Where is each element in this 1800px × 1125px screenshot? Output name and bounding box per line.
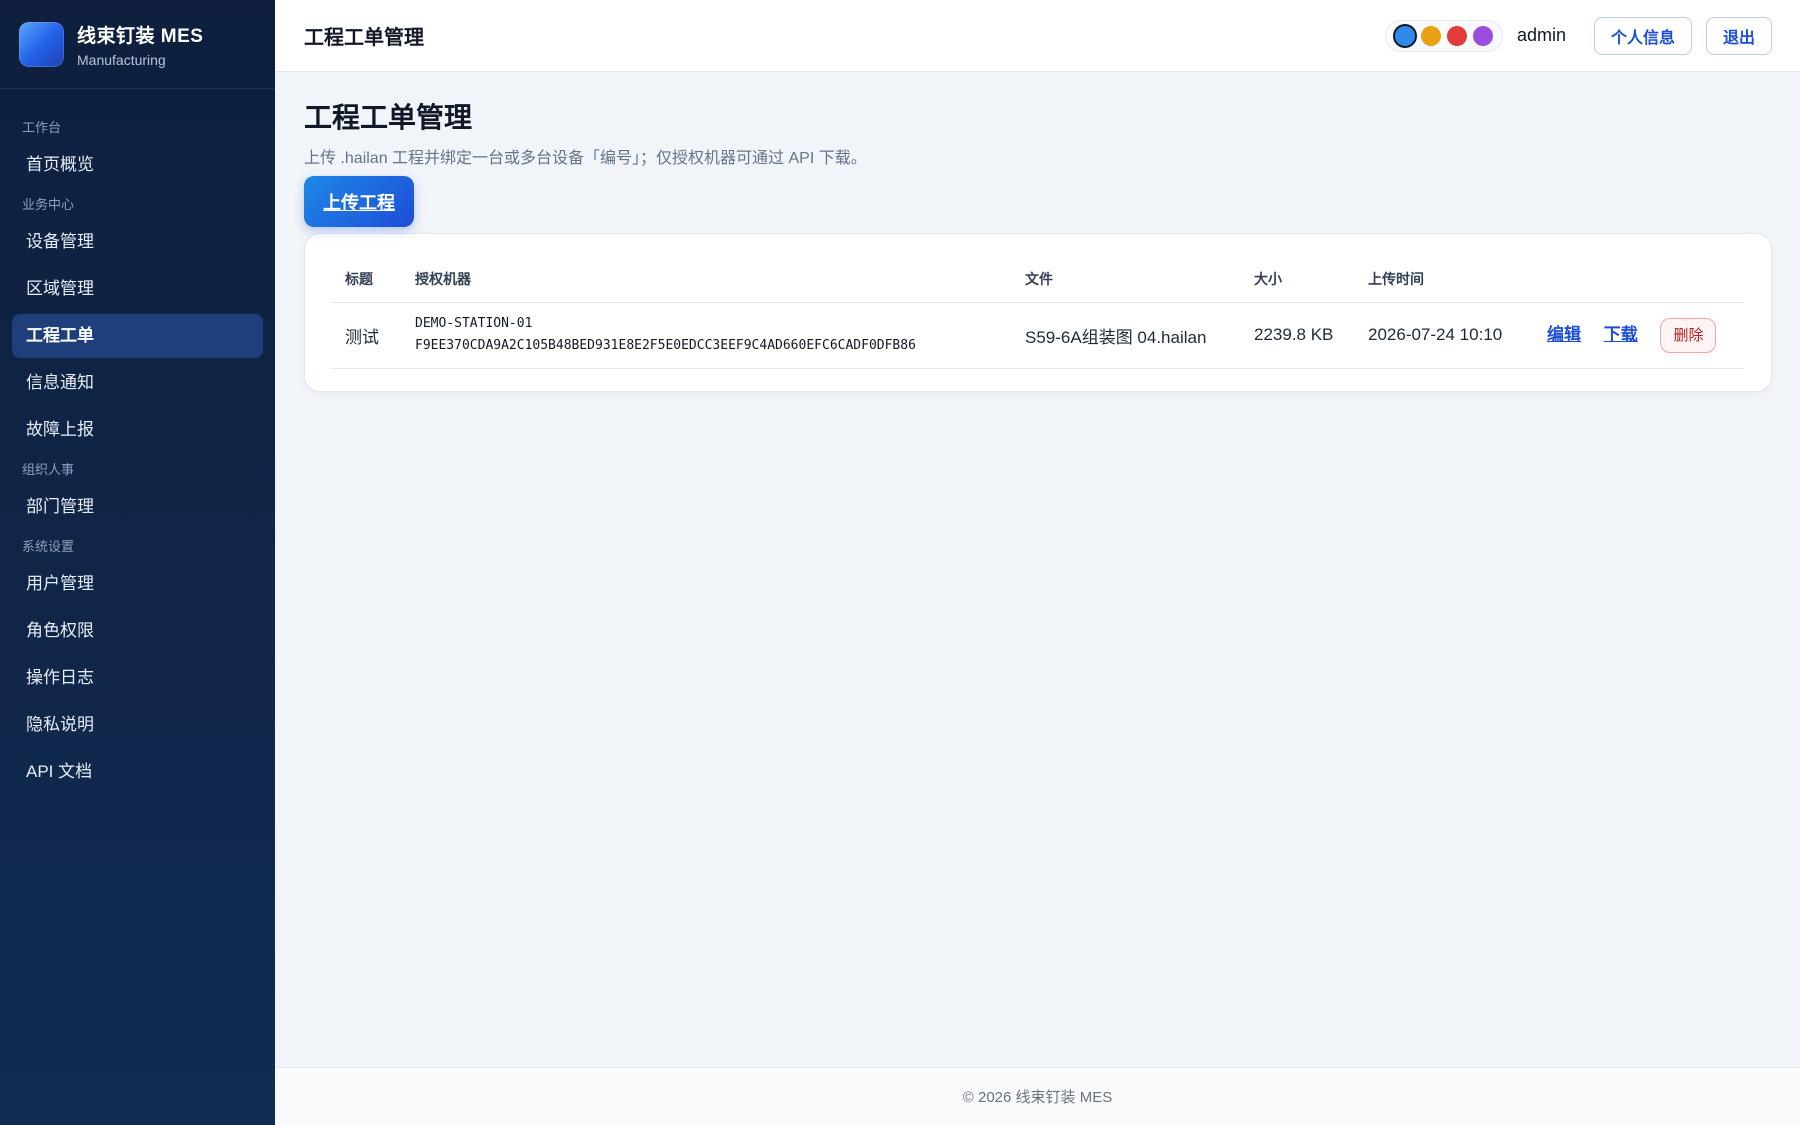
row-size: 2239.8 KB <box>1240 302 1354 369</box>
current-user: admin <box>1516 25 1566 45</box>
column-header-actions <box>1533 256 1744 303</box>
row-file: S59-6A组装图 04.hailan <box>1011 302 1240 369</box>
work-order-card: 标题 授权机器 文件 大小 上传时间 测试 DEMO-STATION-01 F9… <box>304 233 1772 392</box>
brand-name: 线束钉装 MES <box>77 25 204 47</box>
sidebar-item-work-orders[interactable]: 工程工单 <box>12 314 263 358</box>
work-order-table: 标题 授权机器 文件 大小 上传时间 测试 DEMO-STATION-01 F9… <box>331 256 1744 369</box>
sidebar-item-fault-report[interactable]: 故障上报 <box>12 408 263 452</box>
sidebar-item-departments[interactable]: 部门管理 <box>12 485 263 529</box>
sidebar-item-users[interactable]: 用户管理 <box>12 562 263 606</box>
theme-swatch-purple[interactable] <box>1472 25 1493 46</box>
nav-group-business: 业务中心 <box>22 197 75 212</box>
row-machines: DEMO-STATION-01 F9EE370CDA9A2C105B48BED9… <box>401 302 1011 369</box>
sidebar-item-devices[interactable]: 设备管理 <box>12 220 263 264</box>
page-description: 上传 .hailan 工程并绑定一台或多台设备「编号」；仅授权机器可通过 API… <box>304 150 867 167</box>
table-row: 测试 DEMO-STATION-01 F9EE370CDA9A2C105B48B… <box>331 302 1744 369</box>
sidebar-nav: 工作台 首页概览 业务中心 设备管理 区域管理 工程工单 信息通知 故障上报 组… <box>0 89 275 794</box>
brand[interactable]: 线束钉装 MES Manufacturing <box>0 0 275 89</box>
download-link[interactable]: 下载 <box>1604 325 1638 344</box>
column-header-upload-time: 上传时间 <box>1354 256 1533 303</box>
row-upload-time: 2026-07-24 10:10 <box>1354 302 1533 369</box>
header-actions: admin 个人信息 退出 <box>1384 16 1772 55</box>
nav-group-workbench: 工作台 <box>22 120 62 135</box>
row-machine-key: F9EE370CDA9A2C105B48BED931E8E2F5E0EDCC3E… <box>415 338 916 353</box>
logout-button[interactable]: 退出 <box>1705 16 1772 55</box>
sidebar-item-roles[interactable]: 角色权限 <box>12 609 263 653</box>
column-header-file: 文件 <box>1011 256 1240 303</box>
sidebar: 线束钉装 MES Manufacturing 工作台 首页概览 业务中心 设备管… <box>0 0 275 1125</box>
nav-group-system: 系统设置 <box>22 539 75 554</box>
profile-button[interactable]: 个人信息 <box>1593 16 1692 55</box>
column-header-machines: 授权机器 <box>401 256 1011 303</box>
column-header-size: 大小 <box>1240 256 1354 303</box>
theme-swatch-red[interactable] <box>1446 25 1467 46</box>
sidebar-item-privacy[interactable]: 隐私说明 <box>12 703 263 747</box>
row-actions: 编辑 下载 删除 <box>1533 302 1744 369</box>
page-title: 工程工单管理 <box>304 102 473 133</box>
brand-subtitle: Manufacturing <box>77 51 166 68</box>
sidebar-item-logs[interactable]: 操作日志 <box>12 656 263 700</box>
nav-group-organization: 组织人事 <box>22 462 75 477</box>
row-machine-id: DEMO-STATION-01 <box>415 316 533 331</box>
header-title: 工程工单管理 <box>304 27 424 49</box>
edit-link[interactable]: 编辑 <box>1547 325 1581 344</box>
app-logo-icon <box>19 21 64 67</box>
table-header-row: 标题 授权机器 文件 大小 上传时间 <box>331 256 1744 303</box>
main-content: 工程工单管理 上传 .hailan 工程并绑定一台或多台设备「编号」；仅授权机器… <box>275 72 1800 1067</box>
top-header: 工程工单管理 admin 个人信息 退出 <box>275 0 1800 72</box>
sidebar-item-notifications[interactable]: 信息通知 <box>12 361 263 405</box>
page-footer: © 2026 线束钉装 MES <box>275 1067 1800 1125</box>
sidebar-item-api-docs[interactable]: API 文档 <box>12 750 263 794</box>
brand-text: 线束钉装 MES Manufacturing <box>77 21 203 68</box>
sidebar-item-home[interactable]: 首页概览 <box>12 143 263 187</box>
column-header-title: 标题 <box>331 256 401 303</box>
upload-project-button[interactable]: 上传工程 <box>304 176 414 227</box>
row-title: 测试 <box>331 302 401 369</box>
theme-swatch-blue[interactable] <box>1394 25 1415 46</box>
footer-copyright: © 2026 线束钉装 MES <box>962 1089 1113 1106</box>
theme-switcher <box>1384 19 1503 52</box>
sidebar-item-areas[interactable]: 区域管理 <box>12 267 263 311</box>
delete-button[interactable]: 删除 <box>1660 317 1717 353</box>
theme-swatch-amber[interactable] <box>1420 25 1441 46</box>
